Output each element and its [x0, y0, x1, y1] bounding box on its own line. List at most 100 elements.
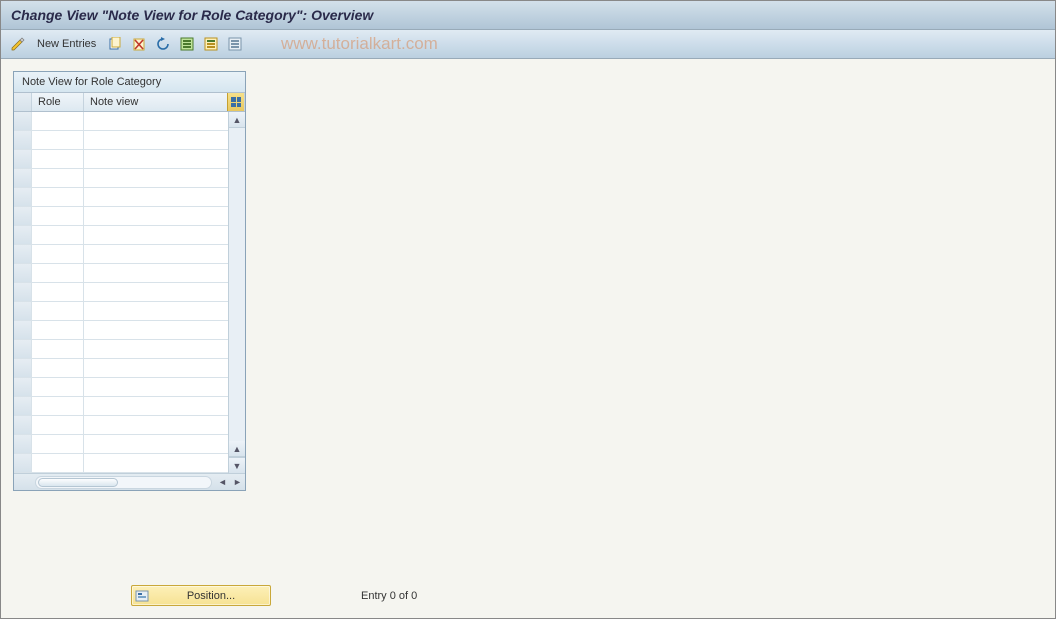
table-row — [14, 454, 229, 473]
table-body: ▲ ▲ ▼ — [14, 112, 245, 473]
row-selector[interactable] — [14, 283, 32, 301]
watermark-text: www.tutorialkart.com — [281, 34, 438, 54]
configure-columns-icon[interactable] — [227, 93, 245, 111]
row-selector[interactable] — [14, 169, 32, 187]
cell-role[interactable] — [32, 264, 84, 282]
table-row — [14, 283, 229, 302]
cell-noteview[interactable] — [84, 131, 229, 149]
header-selector[interactable] — [14, 93, 32, 111]
row-selector[interactable] — [14, 226, 32, 244]
cell-noteview[interactable] — [84, 340, 229, 358]
deselect-all-icon[interactable] — [226, 35, 244, 53]
cell-noteview[interactable] — [84, 150, 229, 168]
scroll-up-step-icon[interactable]: ▲ — [229, 441, 245, 457]
position-icon — [132, 589, 152, 603]
select-block-icon[interactable] — [202, 35, 220, 53]
table-row — [14, 416, 229, 435]
cell-noteview[interactable] — [84, 112, 229, 130]
cell-role[interactable] — [32, 283, 84, 301]
hscroll-thumb[interactable] — [38, 478, 118, 487]
cell-role[interactable] — [32, 359, 84, 377]
row-selector[interactable] — [14, 188, 32, 206]
cell-noteview[interactable] — [84, 264, 229, 282]
cell-role[interactable] — [32, 321, 84, 339]
cell-role[interactable] — [32, 131, 84, 149]
entry-count-text: Entry 0 of 0 — [361, 590, 417, 602]
scroll-right-icon[interactable]: ► — [230, 477, 245, 487]
cell-role[interactable] — [32, 245, 84, 263]
table-row — [14, 378, 229, 397]
cell-role[interactable] — [32, 435, 84, 453]
row-selector[interactable] — [14, 264, 32, 282]
cell-noteview[interactable] — [84, 378, 229, 396]
column-header-noteview[interactable]: Note view — [84, 93, 227, 111]
cell-noteview[interactable] — [84, 226, 229, 244]
cell-noteview[interactable] — [84, 207, 229, 225]
table-row — [14, 150, 229, 169]
row-selector[interactable] — [14, 321, 32, 339]
scroll-up-icon[interactable]: ▲ — [229, 112, 245, 128]
cell-noteview[interactable] — [84, 454, 229, 472]
row-selector[interactable] — [14, 454, 32, 472]
page-title: Change View "Note View for Role Category… — [1, 1, 1055, 30]
cell-role[interactable] — [32, 112, 84, 130]
cell-noteview[interactable] — [84, 302, 229, 320]
row-selector[interactable] — [14, 112, 32, 130]
column-header-role[interactable]: Role — [32, 93, 84, 111]
scroll-track[interactable] — [229, 128, 245, 441]
position-label: Position... — [152, 590, 270, 602]
cell-role[interactable] — [32, 226, 84, 244]
row-selector[interactable] — [14, 245, 32, 263]
row-selector[interactable] — [14, 302, 32, 320]
toolbar: New Entries www.tutorialkart.com — [1, 30, 1055, 59]
cell-role[interactable] — [32, 340, 84, 358]
cell-role[interactable] — [32, 302, 84, 320]
table-row — [14, 321, 229, 340]
row-selector[interactable] — [14, 131, 32, 149]
row-selector[interactable] — [14, 435, 32, 453]
delete-icon[interactable] — [130, 35, 148, 53]
row-selector[interactable] — [14, 150, 32, 168]
copy-as-icon[interactable] — [106, 35, 124, 53]
cell-role[interactable] — [32, 378, 84, 396]
cell-noteview[interactable] — [84, 416, 229, 434]
hscroll-track[interactable] — [35, 476, 212, 489]
cell-role[interactable] — [32, 454, 84, 472]
cell-role[interactable] — [32, 416, 84, 434]
cell-noteview[interactable] — [84, 321, 229, 339]
row-selector[interactable] — [14, 397, 32, 415]
cell-noteview[interactable] — [84, 435, 229, 453]
table-title: Note View for Role Category — [14, 72, 245, 93]
cell-noteview[interactable] — [84, 397, 229, 415]
undo-change-icon[interactable] — [154, 35, 172, 53]
row-selector[interactable] — [14, 359, 32, 377]
table-row — [14, 131, 229, 150]
cell-noteview[interactable] — [84, 169, 229, 187]
table-header: Role Note view — [14, 93, 245, 112]
table-row — [14, 112, 229, 131]
cell-role[interactable] — [32, 207, 84, 225]
horizontal-scrollbar[interactable]: ◄ ► — [14, 473, 245, 490]
cell-role[interactable] — [32, 169, 84, 187]
cell-noteview[interactable] — [84, 283, 229, 301]
select-all-icon[interactable] — [178, 35, 196, 53]
toggle-display-change-icon[interactable] — [9, 35, 27, 53]
row-selector[interactable] — [14, 378, 32, 396]
row-selector[interactable] — [14, 416, 32, 434]
table-row — [14, 397, 229, 416]
cell-role[interactable] — [32, 397, 84, 415]
table-row — [14, 340, 229, 359]
vertical-scrollbar[interactable]: ▲ ▲ ▼ — [228, 112, 245, 473]
row-selector[interactable] — [14, 207, 32, 225]
cell-role[interactable] — [32, 150, 84, 168]
scroll-left-icon[interactable]: ◄ — [215, 477, 230, 487]
position-button[interactable]: Position... — [131, 585, 271, 606]
new-entries-button[interactable]: New Entries — [33, 35, 100, 53]
row-selector[interactable] — [14, 340, 32, 358]
table-row — [14, 245, 229, 264]
cell-noteview[interactable] — [84, 359, 229, 377]
cell-noteview[interactable] — [84, 188, 229, 206]
cell-noteview[interactable] — [84, 245, 229, 263]
scroll-down-icon[interactable]: ▼ — [229, 457, 245, 473]
cell-role[interactable] — [32, 188, 84, 206]
